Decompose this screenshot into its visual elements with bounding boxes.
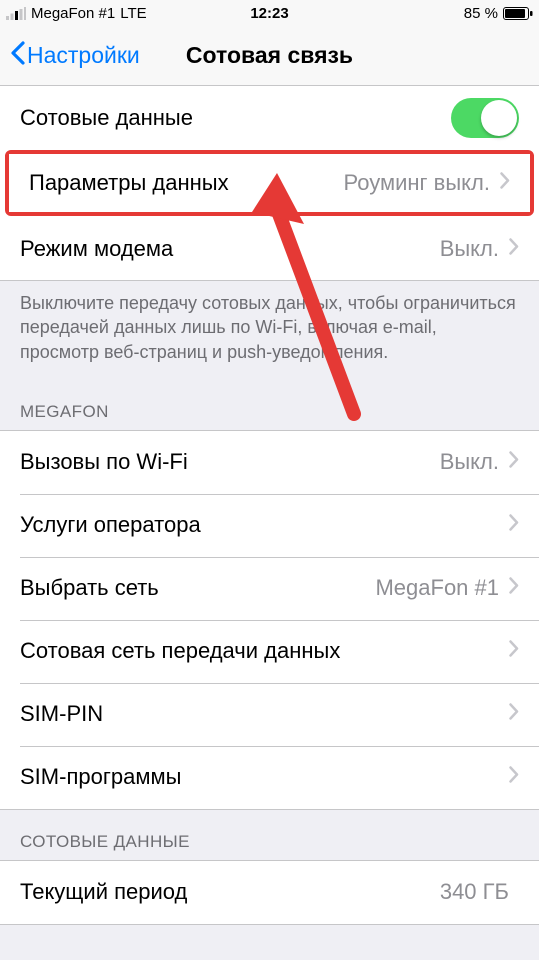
current-period-value: 340 ГБ <box>440 879 509 905</box>
nav-bar: Настройки Сотовая связь <box>0 26 539 86</box>
cellular-apn-label: Сотовая сеть передачи данных <box>20 638 340 664</box>
cellular-footer-text: Выключите передачу сотовых данных, чтобы… <box>0 281 539 380</box>
chevron-right-icon <box>500 172 510 194</box>
chevron-right-icon <box>509 766 519 788</box>
current-period-row[interactable]: Текущий период 340 ГБ <box>0 861 539 924</box>
wifi-calls-value: Выкл. <box>440 449 499 475</box>
page-title: Сотовая связь <box>186 42 353 69</box>
chevron-right-icon <box>509 577 519 599</box>
highlight-annotation: Параметры данных Роуминг выкл. <box>5 150 534 216</box>
chevron-right-icon <box>509 451 519 473</box>
signal-icon <box>6 7 26 20</box>
carrier-section: Вызовы по Wi-Fi Выкл. Услуги оператора В… <box>0 430 539 810</box>
status-bar: MegaFon #1 LTE 12:23 85 % <box>0 0 539 26</box>
chevron-right-icon <box>509 703 519 725</box>
sim-pin-row[interactable]: SIM-PIN <box>0 683 539 746</box>
back-label: Настройки <box>27 42 140 69</box>
data-options-value: Роуминг выкл. <box>344 170 490 196</box>
wifi-calls-label: Вызовы по Wi-Fi <box>20 449 188 475</box>
battery-percent: 85 % <box>464 5 498 22</box>
wifi-calls-row[interactable]: Вызовы по Wi-Fi Выкл. <box>0 431 539 494</box>
hotspot-label: Режим модема <box>20 236 173 262</box>
hotspot-value: Выкл. <box>440 236 499 262</box>
cellular-data-label: Сотовые данные <box>20 105 193 131</box>
network-label: LTE <box>120 5 146 22</box>
cellular-data-row[interactable]: Сотовые данные <box>0 86 539 149</box>
megafon-header: MEGAFON <box>0 380 539 430</box>
cellular-data-toggle[interactable] <box>451 98 519 138</box>
select-network-row[interactable]: Выбрать сеть MegaFon #1 <box>0 557 539 620</box>
chevron-right-icon <box>509 640 519 662</box>
sim-apps-label: SIM-программы <box>20 764 181 790</box>
select-network-value: MegaFon #1 <box>375 575 499 601</box>
chevron-right-icon <box>509 514 519 536</box>
sim-apps-row[interactable]: SIM-программы <box>0 746 539 809</box>
chevron-left-icon <box>10 41 25 71</box>
cellular-data-header: СОТОВЫЕ ДАННЫЕ <box>0 810 539 860</box>
usage-section: Текущий период 340 ГБ <box>0 860 539 925</box>
hotspot-row[interactable]: Режим модема Выкл. <box>0 217 539 280</box>
cellular-apn-row[interactable]: Сотовая сеть передачи данных <box>0 620 539 683</box>
carrier-services-row[interactable]: Услуги оператора <box>0 494 539 557</box>
carrier-label: MegaFon #1 <box>31 5 115 22</box>
battery-icon <box>503 7 533 20</box>
data-options-label: Параметры данных <box>29 170 229 196</box>
current-period-label: Текущий период <box>20 879 187 905</box>
time-label: 12:23 <box>250 5 288 22</box>
sim-pin-label: SIM-PIN <box>20 701 103 727</box>
back-button[interactable]: Настройки <box>10 41 140 71</box>
cellular-section: Сотовые данные Параметры данных Роуминг … <box>0 86 539 281</box>
select-network-label: Выбрать сеть <box>20 575 159 601</box>
carrier-services-label: Услуги оператора <box>20 512 201 538</box>
chevron-right-icon <box>509 238 519 260</box>
data-options-row[interactable]: Параметры данных Роуминг выкл. <box>9 154 530 212</box>
